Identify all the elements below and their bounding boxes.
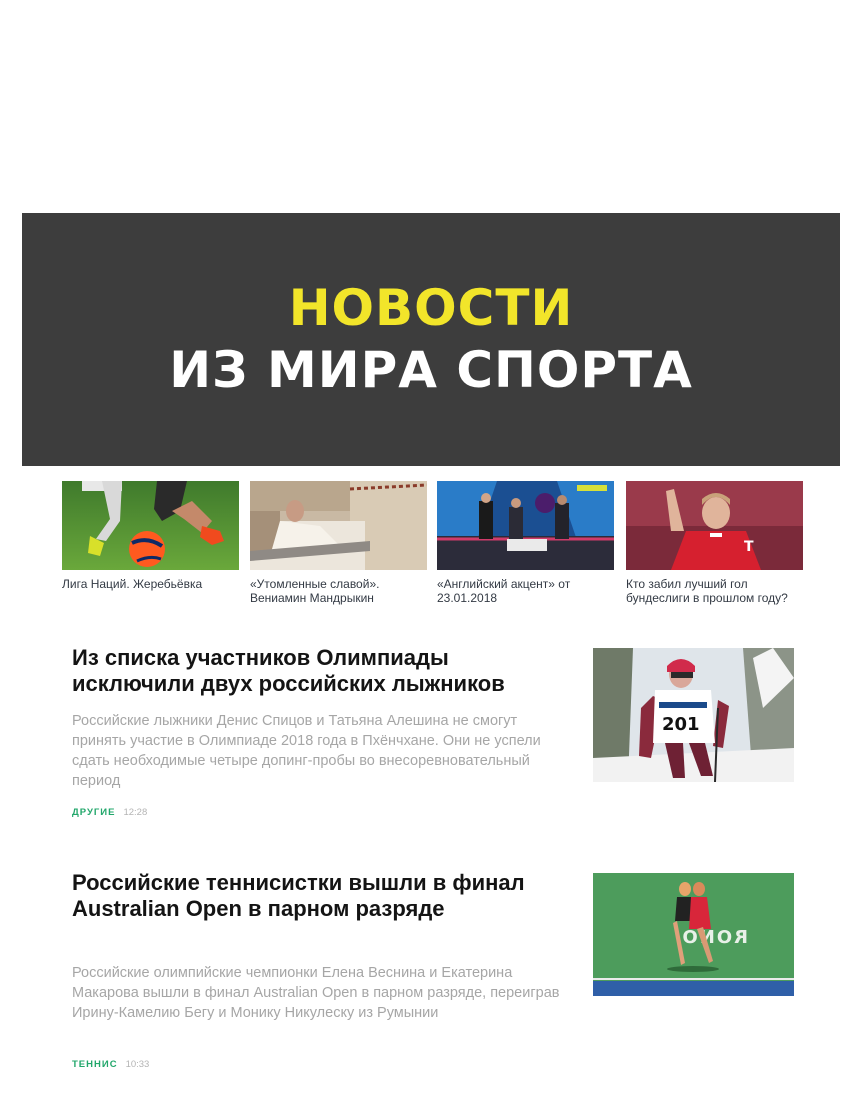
thumbnail-caption[interactable]: «Утомленные славой». Вениамин Мандрыкин [250,577,427,605]
thumbnail-caption[interactable]: Кто забил лучший гол бундеслиги в прошло… [626,577,803,605]
tennis-photo[interactable]: RONO [593,873,794,996]
football-player-photo[interactable]: T [626,481,803,570]
tv-studio-photo[interactable] [437,481,614,570]
news-rubric[interactable]: ДРУГИЕ [72,807,115,818]
thumbnail-card[interactable]: Лига Наций. Жеребьёвка [62,481,239,591]
news-rubric[interactable]: ТЕННИС [72,1059,118,1070]
banner-title-line2: ИЗ МИРА СПОРТА [169,340,693,399]
thumbnail-card[interactable]: «Утомленные славой». Вениамин Мандрыкин [250,481,427,605]
thumbnail-caption[interactable]: «Английский акцент» от 23.01.2018 [437,577,614,605]
news-lead: Российские лыжники Денис Спицов и Татьян… [72,713,541,789]
news-meta: ТЕННИС 10:33 [72,1059,149,1070]
bib-number: 201 [662,714,700,735]
hospital-photo[interactable] [250,481,427,570]
news-time: 10:33 [125,1059,150,1070]
svg-text:T: T [744,539,754,555]
news-time: 12:28 [123,807,148,818]
hero-banner: НОВОСТИ ИЗ МИРА СПОРТА [22,213,840,466]
thumbnail-card[interactable]: «Английский акцент» от 23.01.2018 [437,481,614,605]
news-lead: Российские олимпийские чемпионки Елена В… [72,965,560,1021]
thumbnail-caption[interactable]: Лига Наций. Жеребьёвка [62,577,239,591]
news-title[interactable]: Из списка участников Олимпиады исключили… [72,645,572,697]
news-title[interactable]: Российские теннисистки вышли в финал Aus… [72,870,572,922]
court-lettering: RONO [680,927,748,948]
skier-photo[interactable]: 201 [593,648,794,782]
news-meta: ДРУГИЕ 12:28 [72,807,147,818]
football-photo[interactable] [62,481,239,570]
banner-title-line1: НОВОСТИ [288,278,574,337]
thumbnail-card[interactable]: T Кто забил лучший гол бундеслиги в прош… [626,481,803,605]
